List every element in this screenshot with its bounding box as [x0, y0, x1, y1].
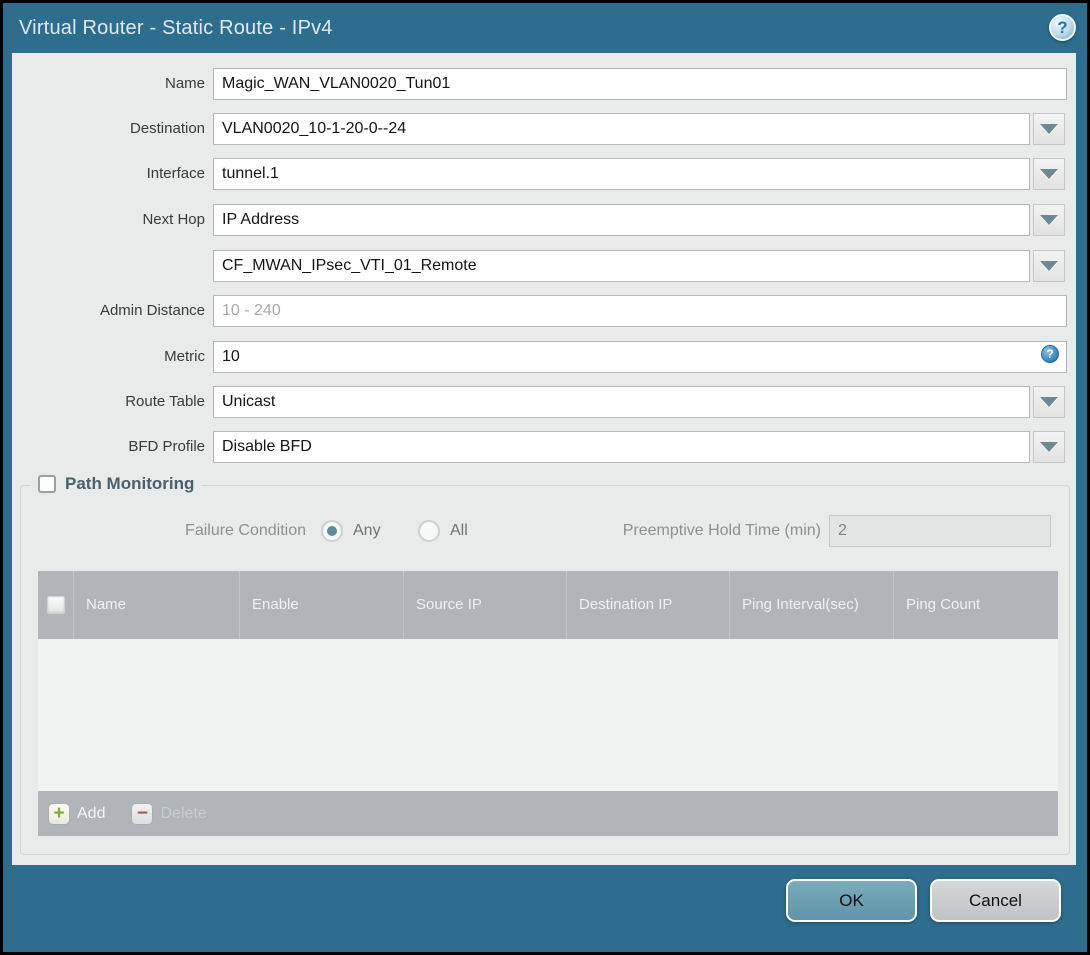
route-table-label: Route Table	[125, 393, 205, 410]
destination-dropdown-button[interactable]	[1033, 113, 1065, 145]
chevron-down-icon	[1040, 124, 1058, 134]
plus-icon: +	[48, 802, 70, 825]
add-button[interactable]: + Add	[48, 802, 106, 825]
next-hop-row: Next Hop	[12, 204, 1076, 236]
next-hop-address-input[interactable]	[213, 250, 1030, 282]
column-header-enable[interactable]: Enable	[239, 571, 403, 639]
admin-distance-label: Admin Distance	[99, 302, 205, 319]
dialog-footer: OK Cancel	[3, 862, 1087, 952]
column-header-destination-ip[interactable]: Destination IP	[566, 571, 729, 639]
bfd-profile-dropdown-button[interactable]	[1033, 431, 1065, 463]
column-header-source-ip[interactable]: Source IP	[403, 571, 566, 639]
info-circle-icon: ?	[1041, 345, 1059, 363]
path-monitoring-table: Name Enable Source IP Destination IP Pin…	[38, 571, 1058, 836]
select-all-cell	[38, 571, 73, 639]
destination-input[interactable]	[213, 113, 1030, 145]
interface-dropdown-button[interactable]	[1033, 158, 1065, 190]
failure-condition-any-label: Any	[353, 522, 381, 539]
path-monitoring-checkbox[interactable]	[38, 475, 56, 493]
route-table-input[interactable]	[213, 386, 1030, 418]
route-table-row: Route Table	[12, 386, 1076, 418]
dialog-titlebar: Virtual Router - Static Route - IPv4 ?	[3, 3, 1087, 53]
screen: Virtual Router - Static Route - IPv4 ? N…	[0, 0, 1090, 955]
chevron-down-icon	[1040, 169, 1058, 179]
preemptive-hold-time-input[interactable]	[829, 515, 1051, 547]
ok-button[interactable]: OK	[786, 879, 917, 922]
name-label: Name	[164, 75, 205, 92]
select-all-checkbox[interactable]	[46, 596, 65, 614]
cancel-button[interactable]: Cancel	[930, 879, 1061, 922]
failure-condition-label: Failure Condition	[185, 522, 306, 539]
bfd-profile-row: BFD Profile	[12, 431, 1076, 463]
failure-condition-any-radio[interactable]	[321, 520, 343, 542]
dialog-title: Virtual Router - Static Route - IPv4	[19, 17, 333, 39]
minus-icon: −	[131, 802, 154, 825]
add-button-label: Add	[77, 804, 106, 822]
table-header: Name Enable Source IP Destination IP Pin…	[38, 571, 1058, 639]
virtual-router-static-route-dialog: Virtual Router - Static Route - IPv4 ? N…	[3, 3, 1087, 952]
metric-row: Metric ?	[12, 341, 1076, 373]
help-circle-icon[interactable]: ?	[1049, 14, 1076, 41]
destination-row: Destination	[12, 113, 1076, 145]
path-monitoring-legend: Path Monitoring	[31, 474, 202, 494]
chevron-down-icon	[1040, 397, 1058, 407]
next-hop-dropdown-button[interactable]	[1033, 204, 1065, 236]
metric-input[interactable]	[213, 341, 1067, 373]
next-hop-label: Next Hop	[142, 211, 205, 228]
name-row: Name	[12, 68, 1076, 100]
table-body-empty	[38, 639, 1058, 791]
admin-distance-row: Admin Distance	[12, 295, 1076, 327]
bfd-profile-input[interactable]	[213, 431, 1030, 463]
next-hop-address-label	[12, 250, 205, 282]
next-hop-address-dropdown-button[interactable]	[1033, 250, 1065, 282]
delete-button[interactable]: − Delete	[131, 802, 207, 825]
chevron-down-icon	[1040, 442, 1058, 452]
column-header-ping-interval[interactable]: Ping Interval(sec)	[729, 571, 893, 639]
path-monitoring-title: Path Monitoring	[65, 474, 195, 493]
destination-label: Destination	[129, 120, 205, 137]
metric-label: Metric	[164, 348, 205, 365]
route-table-dropdown-button[interactable]	[1033, 386, 1065, 418]
failure-condition-all-radio[interactable]	[418, 520, 440, 542]
chevron-down-icon	[1040, 215, 1058, 225]
interface-row: Interface	[12, 158, 1076, 190]
failure-condition-all-label: All	[450, 522, 468, 539]
delete-button-label: Delete	[160, 804, 207, 822]
path-monitoring-section: Path Monitoring Failure Condition Any Al…	[20, 474, 1070, 855]
table-toolbar: + Add − Delete	[38, 791, 1058, 836]
interface-input[interactable]	[213, 158, 1030, 190]
next-hop-address-row	[12, 250, 1076, 282]
admin-distance-input[interactable]	[213, 295, 1067, 327]
dialog-content: Name Destination Interface Next Hop	[12, 53, 1076, 865]
column-header-name[interactable]: Name	[73, 571, 239, 639]
column-header-ping-count[interactable]: Ping Count	[893, 571, 1058, 639]
preemptive-hold-time-label: Preemptive Hold Time (min)	[622, 522, 821, 539]
name-input[interactable]	[213, 68, 1067, 100]
failure-condition-row: Failure Condition Any All Preemptive Hol…	[21, 515, 1069, 547]
bfd-profile-label: BFD Profile	[128, 438, 205, 455]
chevron-down-icon	[1040, 261, 1058, 271]
next-hop-type-input[interactable]	[213, 204, 1030, 236]
interface-label: Interface	[146, 165, 205, 182]
